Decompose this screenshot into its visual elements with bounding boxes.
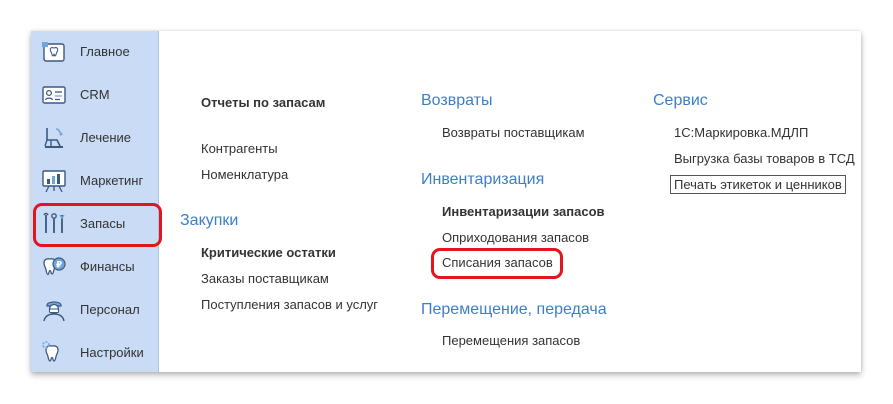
sidebar-item-treatment[interactable]: Лечение	[31, 118, 158, 158]
sidebar-item-crm[interactable]: CRM	[31, 75, 158, 115]
section-header-service: Сервис	[653, 92, 708, 109]
sidebar-item-label: Настройки	[80, 345, 144, 360]
link-counterparties[interactable]: Контрагенты	[201, 141, 278, 156]
section-header-returns: Возвраты	[421, 92, 493, 109]
link-critical-stock[interactable]: Критические остатки	[201, 245, 336, 260]
link-inventory-stock[interactable]: Инвентаризации запасов	[442, 204, 605, 219]
sidebar-item-marketing[interactable]: Маркетинг	[31, 161, 158, 201]
tooth-gear-icon	[42, 341, 59, 362]
sidebar-item-label: Запасы	[80, 216, 126, 231]
link-supplier-returns[interactable]: Возвраты поставщикам	[442, 125, 585, 140]
marketing-board-icon	[42, 170, 66, 193]
sidebar-item-stock[interactable]: Запасы	[31, 204, 158, 244]
sidebar-item-staff[interactable]: Персонал	[31, 290, 158, 330]
link-export-tsd[interactable]: Выгрузка базы товаров в ТСД	[674, 151, 855, 166]
sidebar: Главное CRM Лечение Маркетинг Запасы ₽ Ф…	[31, 31, 159, 372]
section-header-purchases: Закупки	[180, 212, 239, 229]
link-receipts[interactable]: Поступления запасов и услуг	[201, 297, 378, 312]
sidebar-item-label: Лечение	[80, 130, 132, 145]
sidebar-item-label: Персонал	[80, 302, 140, 317]
dental-tools-icon	[43, 212, 65, 233]
dental-chair-icon	[44, 128, 63, 148]
link-print-labels[interactable]: Печать этикеток и ценников	[670, 175, 846, 194]
link-marking[interactable]: 1С:Маркировка.МДЛП	[674, 125, 808, 140]
main-window: Главное CRM Лечение Маркетинг Запасы ₽ Ф…	[31, 31, 861, 372]
crm-card-icon	[42, 86, 66, 104]
sidebar-item-label: Маркетинг	[80, 173, 144, 188]
link-supplier-orders[interactable]: Заказы поставщикам	[201, 271, 329, 286]
link-stock-writeoffs[interactable]: Списания запасов	[442, 255, 553, 270]
reports-title[interactable]: Отчеты по запасам	[201, 95, 325, 110]
link-nomenclature[interactable]: Номенклатура	[201, 167, 288, 182]
section-header-transfer: Перемещение, передача	[421, 301, 607, 318]
link-stock-postings[interactable]: Оприходования запасов	[442, 230, 589, 245]
sidebar-item-label: Главное	[80, 44, 130, 59]
sidebar-item-settings[interactable]: Настройки	[31, 333, 158, 373]
home-tooth-icon	[42, 42, 65, 62]
section-header-inventory: Инвентаризация	[421, 171, 545, 188]
svg-text:₽: ₽	[56, 261, 62, 271]
doctor-icon	[43, 301, 65, 322]
sidebar-item-finance[interactable]: ₽ Финансы	[31, 247, 158, 287]
tooth-coin-icon: ₽	[43, 257, 66, 276]
sidebar-item-label: Финансы	[80, 259, 135, 274]
link-stock-transfers[interactable]: Перемещения запасов	[442, 333, 580, 348]
sidebar-item-main[interactable]: Главное	[31, 32, 158, 72]
sidebar-item-label: CRM	[80, 87, 110, 102]
